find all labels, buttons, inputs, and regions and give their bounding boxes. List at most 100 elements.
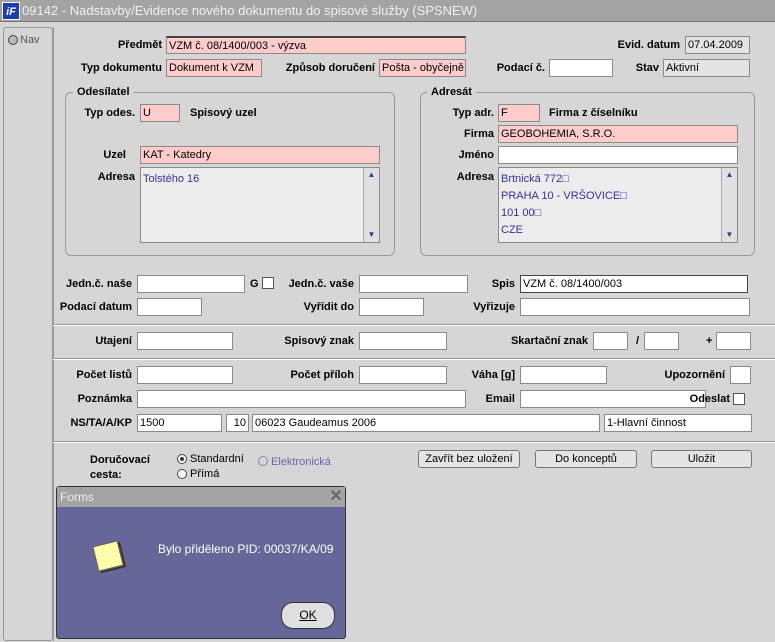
g-checkbox[interactable]	[262, 277, 274, 289]
zpusob-doruceni-label: Způsob doručení	[285, 62, 375, 74]
scrollbar[interactable]: ▲ ▼	[721, 168, 737, 242]
firma-field[interactable]: GEOBOHEMIA, S.R.O.	[498, 125, 738, 143]
radio-prima-label[interactable]: Přímá	[190, 468, 219, 481]
typ-adr-field[interactable]: F	[498, 104, 540, 122]
save-button[interactable]: Uložit	[651, 450, 752, 468]
radio-elektronicka-label[interactable]: Elektronická	[271, 456, 331, 469]
spisovy-znak-label: Spisový znak	[284, 335, 354, 347]
jmeno-label: Jméno	[458, 149, 494, 161]
delivery-label-1: Doručovací	[90, 454, 150, 466]
typ-dokumentu-field[interactable]: Dokument k VZM	[166, 59, 262, 77]
ns-label: NS/TA/A/KP	[70, 417, 132, 429]
forms-dialog: Forms ✕ Bylo přiděleno PID: 00037/KA/09 …	[56, 486, 346, 639]
separator	[53, 324, 775, 326]
radio-standardni[interactable]	[177, 454, 187, 464]
dialog-message: Bylo přiděleno PID: 00037/KA/09	[158, 542, 334, 556]
upozorneni-label: Upozornění	[664, 369, 726, 381]
plus-label: +	[706, 335, 713, 347]
podaci-c-field[interactable]	[549, 59, 613, 77]
stav-field[interactable]: Aktivní	[663, 59, 750, 77]
odesilatel-title: Odesílatel	[73, 86, 134, 99]
spis-label: Spis	[491, 278, 515, 290]
zpusob-doruceni-field[interactable]: Pošta - obyčejně	[379, 59, 466, 77]
close-without-save-button[interactable]: Zavřít bez uložení	[418, 450, 520, 468]
odeslat-label: Odeslat	[689, 393, 730, 405]
dialog-title: Forms	[60, 490, 94, 504]
uzel-field[interactable]: KAT - Katedry	[140, 146, 380, 164]
vyridit-do-field[interactable]	[359, 298, 424, 316]
ok-button[interactable]: OK	[281, 602, 335, 629]
a-field[interactable]: 06023 Gaudeamus 2006	[252, 414, 600, 432]
ns-field[interactable]: 1500	[137, 414, 222, 432]
pocet-listu-field[interactable]	[137, 366, 233, 384]
vaha-label: Váha [g]	[471, 369, 515, 381]
pocet-priloh-label: Počet příloh	[290, 369, 354, 381]
typ-adr-label: Typ adr.	[452, 107, 494, 119]
adresat-adresa-label: Adresa	[456, 171, 494, 183]
skartacni-lhuta-field[interactable]	[644, 332, 679, 350]
email-field[interactable]	[520, 390, 706, 408]
typ-adr-text: Firma z číselníku	[549, 107, 638, 119]
evid-datum-field[interactable]: 07.04.2009	[685, 36, 750, 54]
adresat-adresa-field[interactable]: Brtnická 772□ PRAHA 10 - VRŠOVICE□ 101 0…	[498, 167, 738, 243]
address-line: PRAHA 10 - VRŠOVICE□	[501, 190, 627, 202]
address-line: Brtnická 772□	[501, 173, 569, 185]
spisovy-znak-field[interactable]	[359, 332, 447, 350]
upozorneni-field[interactable]	[730, 366, 751, 384]
close-icon[interactable]: ✕	[327, 487, 345, 507]
jedn-vase-label: Jedn.č. vaše	[288, 278, 354, 290]
uzel-label: Uzel	[103, 149, 126, 161]
pocet-listu-label: Počet listů	[76, 369, 132, 381]
spis-field[interactable]: VZM č. 08/1400/003	[520, 275, 748, 293]
jedn-vase-field[interactable]	[359, 275, 468, 293]
odesilatel-adresa-label: Adresa	[97, 171, 135, 183]
radio-standardni-label[interactable]: Standardní	[190, 453, 244, 466]
odesilatel-adresa-text: Tolstého 16	[143, 173, 200, 185]
save-draft-button[interactable]: Do konceptů	[535, 450, 637, 468]
odesilatel-adresa-field[interactable]: Tolstého 16 ▲ ▼	[140, 167, 380, 243]
podaci-datum-label: Podací datum	[59, 301, 132, 313]
nav-label[interactable]: Nav	[20, 34, 40, 47]
skartacni-plus-field[interactable]	[716, 332, 751, 350]
scrollbar[interactable]: ▲ ▼	[363, 168, 379, 242]
kp-field[interactable]: 1-Hlavní činnost	[604, 414, 752, 432]
utajeni-field[interactable]	[137, 332, 233, 350]
vyrizuje-field[interactable]	[520, 298, 750, 316]
firma-label: Firma	[464, 128, 494, 140]
skartacni-znak-field[interactable]	[593, 332, 628, 350]
note-icon	[92, 540, 124, 572]
odeslat-checkbox[interactable]	[733, 393, 745, 405]
radio-elektronicka[interactable]	[258, 456, 268, 466]
typ-odes-field[interactable]: U	[140, 104, 180, 122]
typ-odes-label: Typ odes.	[84, 107, 135, 119]
poznamka-label: Poznámka	[77, 393, 132, 405]
ta-field[interactable]: 10	[226, 414, 249, 432]
typ-odes-text: Spisový uzel	[190, 107, 257, 119]
predmet-field[interactable]: VZM č. 08/1400/003 - výzva	[166, 36, 466, 54]
g-label: G	[250, 278, 259, 290]
window-title-bar: 09142 - Nadstavby/Evidence nového dokume…	[0, 0, 775, 22]
adresat-title: Adresát	[427, 86, 476, 99]
address-line: 101 00□	[501, 207, 542, 219]
delivery-label-2: cesta:	[90, 469, 122, 481]
nav-radio[interactable]	[8, 35, 18, 45]
separator	[53, 358, 775, 360]
window-title: 09142 - Nadstavby/Evidence nového dokume…	[22, 3, 478, 18]
evid-datum-label: Evid. datum	[617, 39, 680, 51]
jmeno-field[interactable]	[498, 146, 738, 164]
poznamka-field[interactable]	[137, 390, 466, 408]
pocet-priloh-field[interactable]	[359, 366, 447, 384]
vyridit-do-label: Vyřídit do	[303, 301, 354, 313]
address-line: CZE	[501, 224, 523, 236]
skartacni-znak-label: Skartační znak	[510, 335, 588, 347]
predmet-label: Předmět	[117, 39, 162, 51]
podaci-datum-field[interactable]	[137, 298, 202, 316]
utajeni-label: Utajení	[95, 335, 132, 347]
separator	[53, 441, 775, 443]
stav-label: Stav	[635, 62, 659, 74]
radio-prima[interactable]	[177, 469, 187, 479]
vaha-field[interactable]	[520, 366, 607, 384]
podaci-c-label: Podací č.	[496, 62, 545, 74]
typ-dokumentu-label: Typ dokumentu	[80, 62, 162, 74]
jedn-nase-field[interactable]	[137, 275, 245, 293]
